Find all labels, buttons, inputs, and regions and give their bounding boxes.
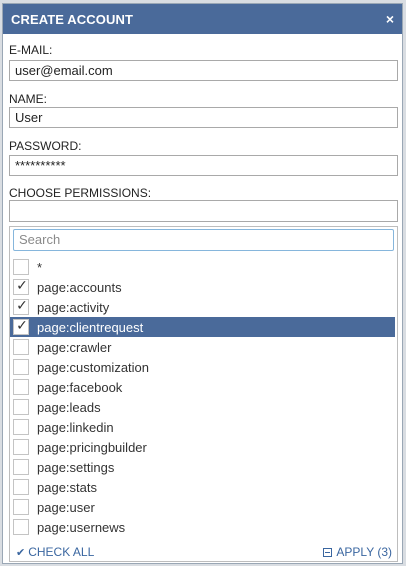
permission-option[interactable]: ✓ page:pricingbuilder — [10, 437, 397, 457]
email-field[interactable]: user@email.com — [9, 60, 398, 81]
checkbox[interactable]: ✓ — [13, 519, 29, 535]
permission-option[interactable]: ✓ page:settings — [10, 457, 397, 477]
permission-option[interactable]: ✓ page:leads — [10, 397, 397, 417]
permissions-select[interactable] — [9, 200, 398, 222]
create-account-dialog: CREATE ACCOUNT × E-MAIL: user@email.com … — [2, 3, 403, 564]
permissions-label: CHOOSE PERMISSIONS: — [9, 186, 152, 200]
checkmark-icon: ✓ — [16, 297, 28, 313]
permission-option-label: page:customization — [37, 359, 150, 375]
permission-option-label: page:usernews — [37, 519, 126, 535]
dropdown-footer: ✔ CHECK ALL APPLY (3) — [10, 545, 397, 561]
permission-option-label: page:user — [37, 499, 95, 515]
permission-option[interactable]: ✓ page:usernews — [10, 517, 397, 537]
dialog-title: CREATE ACCOUNT — [11, 11, 134, 27]
permission-option[interactable]: ✓ page:clientrequest — [10, 317, 395, 337]
apply-button[interactable]: APPLY (3) — [323, 545, 392, 559]
name-field[interactable]: User — [9, 107, 398, 128]
permission-option-label: page:settings — [37, 459, 115, 475]
check-all-button[interactable]: ✔ CHECK ALL — [16, 545, 94, 559]
check-all-label: CHECK ALL — [28, 545, 95, 559]
close-icon[interactable]: × — [386, 12, 394, 26]
apply-label: APPLY (3) — [336, 545, 392, 559]
name-label: NAME: — [9, 92, 48, 106]
permission-option-label: page:pricingbuilder — [37, 439, 147, 455]
permission-option-label: page:facebook — [37, 379, 123, 395]
permission-option-label: page:linkedin — [37, 419, 114, 435]
permission-option[interactable]: ✓ page:linkedin — [10, 417, 397, 437]
password-field[interactable]: ********** — [9, 155, 398, 176]
permission-option[interactable]: ✓ page:accounts — [10, 277, 397, 297]
checkbox[interactable]: ✓ — [13, 499, 29, 515]
password-label: PASSWORD: — [9, 139, 82, 153]
checkbox[interactable]: ✓ — [13, 419, 29, 435]
permission-option-label: page:accounts — [37, 279, 122, 295]
checkbox[interactable]: ✓ — [13, 479, 29, 495]
permission-option-label: page:stats — [37, 479, 97, 495]
permission-option-label: * — [37, 259, 43, 275]
search-input[interactable]: Search — [13, 229, 394, 251]
permission-option-label: page:clientrequest — [37, 319, 144, 335]
permission-option[interactable]: ✓ page:activity — [10, 297, 397, 317]
permission-option-label: page:leads — [37, 399, 101, 415]
permission-option[interactable]: ✓* — [10, 257, 397, 277]
checkbox[interactable]: ✓ — [13, 439, 29, 455]
checkbox[interactable]: ✓ — [13, 459, 29, 475]
checkbox[interactable]: ✓ — [13, 317, 29, 335]
permission-option[interactable]: ✓ page:user — [10, 497, 397, 517]
permission-option-label: page:crawler — [37, 339, 112, 355]
permission-option[interactable]: ✓ page:stats — [10, 477, 397, 497]
checkbox[interactable]: ✓ — [13, 297, 29, 315]
permission-option[interactable]: ✓ page:customization — [10, 357, 397, 377]
permission-option-label: page:activity — [37, 299, 110, 315]
checkbox[interactable]: ✓ — [13, 359, 29, 375]
permission-option[interactable]: ✓ page:crawler — [10, 337, 397, 357]
email-label: E-MAIL: — [9, 43, 53, 57]
checkbox[interactable]: ✓ — [13, 379, 29, 395]
checkbox[interactable]: ✓ — [13, 399, 29, 415]
checkbox[interactable]: ✓ — [13, 259, 29, 275]
checkbox[interactable]: ✓ — [13, 277, 29, 295]
save-icon — [323, 547, 333, 557]
permissions-dropdown: Search ✓*✓page:accounts✓page:activity✓pa… — [9, 226, 398, 562]
checkmark-icon: ✓ — [16, 317, 28, 333]
dialog-titlebar: CREATE ACCOUNT × — [3, 4, 402, 34]
permissions-list: ✓*✓page:accounts✓page:activity✓page:clie… — [10, 257, 397, 537]
checkmark-icon: ✓ — [16, 277, 28, 293]
check-icon: ✔ — [16, 546, 26, 559]
checkbox[interactable]: ✓ — [13, 339, 29, 355]
permission-option[interactable]: ✓ page:facebook — [10, 377, 397, 397]
